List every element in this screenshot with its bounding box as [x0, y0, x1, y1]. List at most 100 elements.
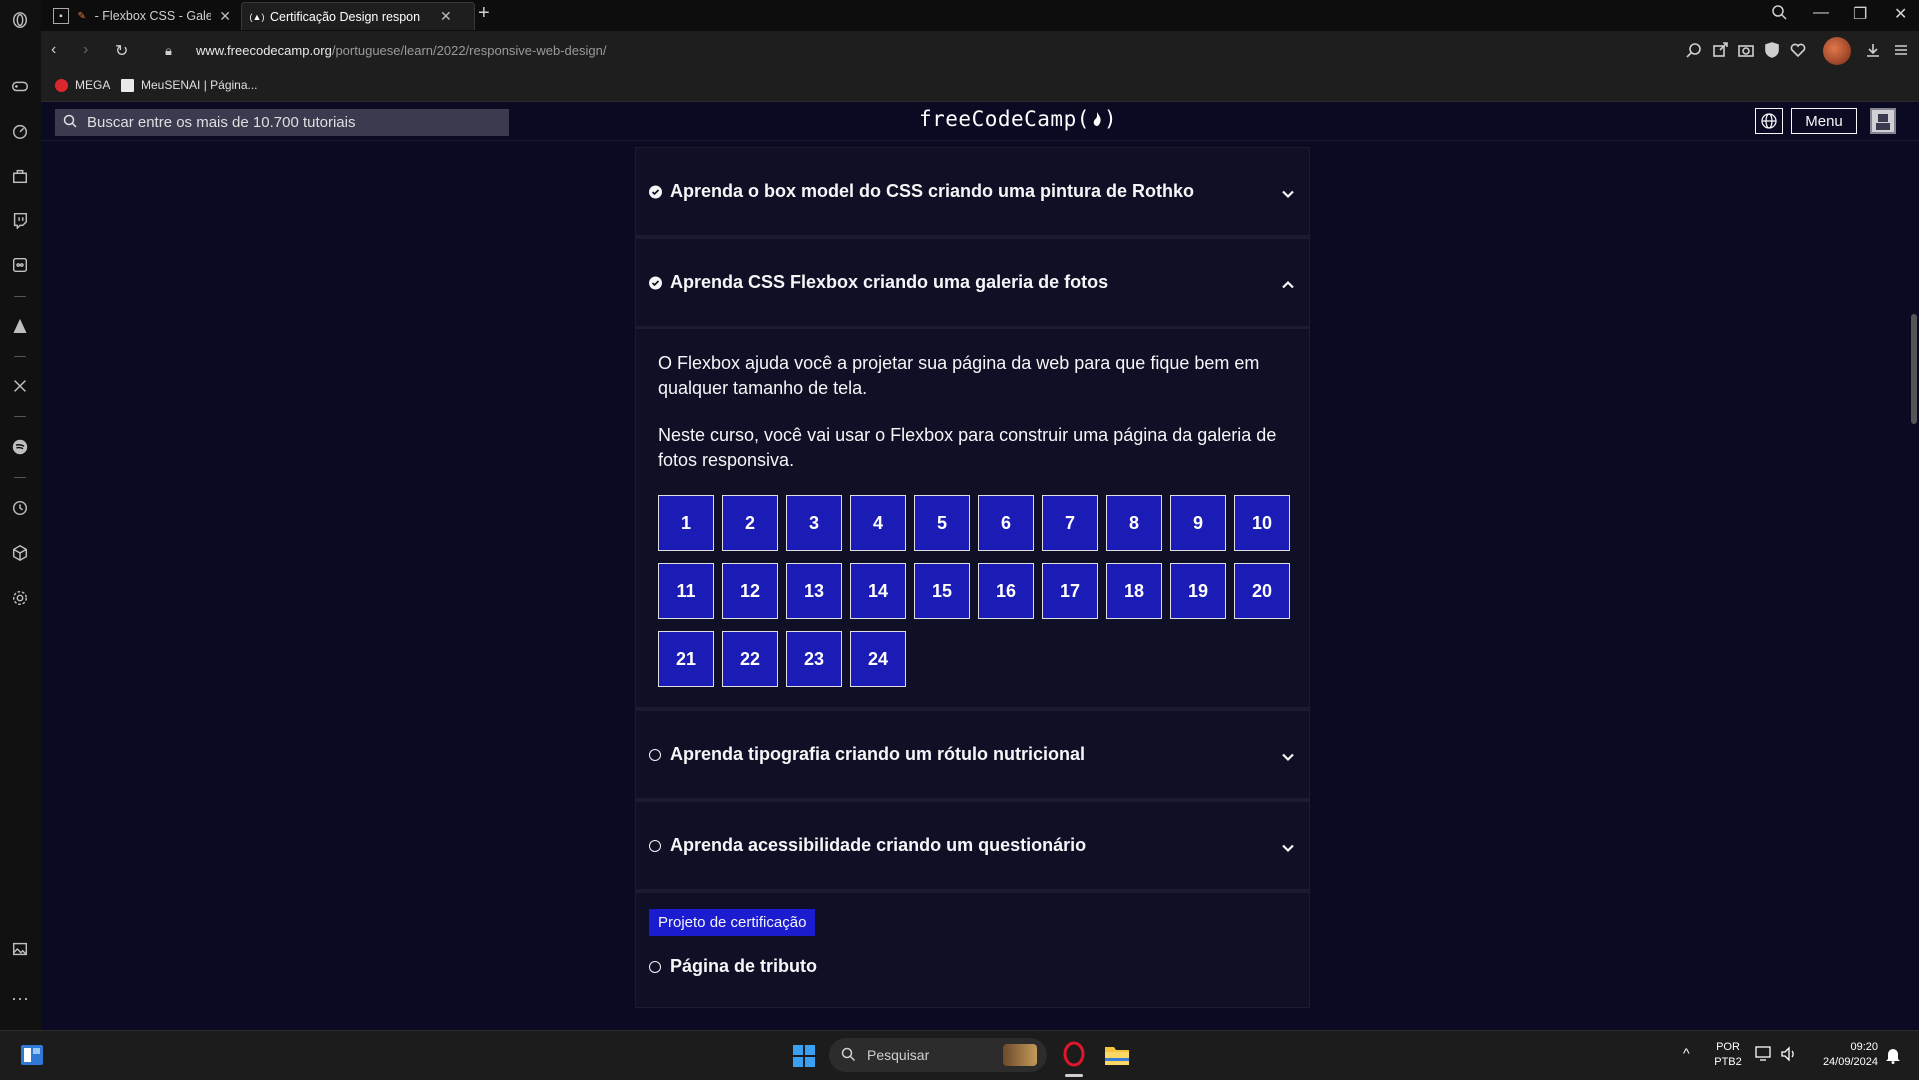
project-title: Página de tributo	[670, 956, 818, 976]
step-button[interactable]: 21	[658, 631, 714, 687]
back-icon[interactable]: ‹	[51, 41, 56, 59]
block-header-box-model[interactable]: Aprenda o box model do CSS criando uma p…	[636, 148, 1309, 238]
zoom-search-icon[interactable]	[1686, 42, 1704, 60]
certification-block: Projeto de certificação Página de tribut…	[635, 893, 1310, 1008]
address-bar: ‹ › ↻ 🔒︎ www.freecodecamp.org/portuguese…	[41, 31, 1919, 71]
camera-icon[interactable]	[1738, 42, 1756, 60]
step-button[interactable]: 8	[1106, 495, 1162, 551]
tray-chevron-up-icon[interactable]: ^	[1683, 1045, 1690, 1061]
browser-sidebar: ···	[0, 0, 42, 1030]
gallery-icon[interactable]	[9, 938, 31, 960]
reload-icon[interactable]: ↻	[115, 41, 128, 61]
tab-certification[interactable]: (▲) Certificação Design respon ✕	[241, 2, 475, 30]
step-button[interactable]: 22	[722, 631, 778, 687]
step-button[interactable]: 1	[658, 495, 714, 551]
profile-avatar[interactable]	[1823, 37, 1851, 65]
step-button[interactable]: 16	[978, 563, 1034, 619]
url-field[interactable]: www.freecodecamp.org/portuguese/learn/20…	[196, 43, 606, 58]
step-button[interactable]: 17	[1042, 563, 1098, 619]
file-explorer-icon[interactable]	[1104, 1043, 1130, 1072]
search-input[interactable]: Buscar entre os mais de 10.700 tutoriais	[55, 109, 509, 136]
x-twitter-icon[interactable]	[9, 375, 31, 397]
step-button[interactable]: 2	[722, 495, 778, 551]
more-options-icon[interactable]: ···	[9, 987, 31, 1009]
tab-search-icon[interactable]	[1771, 4, 1787, 25]
search-icon	[841, 1047, 856, 1065]
step-button[interactable]: 24	[850, 631, 906, 687]
scroll-thumb[interactable]	[1911, 314, 1917, 424]
sidebar-separator	[14, 416, 26, 417]
pencil-icon: ✎	[77, 10, 86, 22]
step-button[interactable]: 5	[914, 495, 970, 551]
gamepad-icon[interactable]	[9, 75, 31, 97]
opera-gx-taskbar-icon[interactable]	[1061, 1041, 1087, 1077]
step-button[interactable]: 20	[1234, 563, 1290, 619]
volume-icon[interactable]	[1780, 1046, 1798, 1067]
new-tab-plus-icon[interactable]: +	[478, 2, 490, 25]
minimize-icon[interactable]: —	[1813, 4, 1829, 22]
restore-icon[interactable]: ❐	[1853, 4, 1867, 24]
heart-icon[interactable]	[1790, 42, 1808, 60]
discord-icon[interactable]	[9, 254, 31, 276]
spotify-icon[interactable]	[9, 436, 31, 458]
cube-icon[interactable]	[9, 542, 31, 564]
windows-start-icon[interactable]	[793, 1045, 815, 1072]
shield-icon[interactable]	[1764, 42, 1782, 60]
clock[interactable]: 09:20 24/09/2024	[1808, 1040, 1878, 1070]
share-icon[interactable]	[1712, 42, 1730, 60]
page-scrollbar[interactable]	[1907, 141, 1919, 1030]
forward-icon[interactable]: ›	[83, 41, 88, 59]
widgets-icon[interactable]	[20, 1044, 44, 1071]
network-icon[interactable]	[1755, 1046, 1773, 1067]
step-button[interactable]: 13	[786, 563, 842, 619]
fcc-logo[interactable]: freeCodeCamp()	[919, 107, 1117, 131]
step-button[interactable]: 14	[850, 563, 906, 619]
keyboard-layout: PTB2	[1714, 1056, 1742, 1068]
twitch-icon[interactable]	[9, 209, 31, 231]
bookmark-meusenai[interactable]: MeuSENAI | Página...	[121, 78, 258, 92]
certification-project-tribute[interactable]: Página de tributo	[649, 956, 1296, 977]
step-button[interactable]: 23	[786, 631, 842, 687]
block-header-accessibility[interactable]: Aprenda acessibilidade criando um questi…	[636, 802, 1309, 892]
opera-logo-icon[interactable]	[9, 9, 31, 31]
step-button[interactable]: 12	[722, 563, 778, 619]
clock-date: 24/09/2024	[1822, 1056, 1878, 1068]
close-tab-icon[interactable]: ✕	[440, 8, 452, 25]
block-header-flexbox[interactable]: Aprenda CSS Flexbox criando uma galeria …	[636, 239, 1309, 329]
bookmark-label: MeuSENAI | Página...	[141, 78, 258, 92]
step-button[interactable]: 9	[1170, 495, 1226, 551]
close-window-icon[interactable]: ✕	[1894, 4, 1907, 24]
step-button[interactable]: 6	[978, 495, 1034, 551]
language-globe-button[interactable]	[1755, 108, 1783, 134]
history-clock-icon[interactable]	[9, 497, 31, 519]
sidebar-separator	[14, 356, 26, 357]
download-icon[interactable]	[1865, 42, 1883, 60]
speedometer-icon[interactable]	[9, 120, 31, 142]
step-button[interactable]: 18	[1106, 563, 1162, 619]
easy-setup-menu-icon[interactable]	[1893, 42, 1911, 60]
step-button[interactable]: 10	[1234, 495, 1290, 551]
tab-flexbox-gallery[interactable]: ▪ ✎ - Flexbox CSS - Galeria ✕	[45, 2, 239, 30]
bookmark-mega[interactable]: MEGA	[55, 78, 110, 92]
step-button[interactable]: 19	[1170, 563, 1226, 619]
user-avatar[interactable]	[1870, 108, 1896, 134]
menu-button[interactable]: Menu	[1791, 108, 1857, 134]
block-header-typography[interactable]: Aprenda tipografia criando um rótulo nut…	[636, 711, 1309, 801]
step-button[interactable]: 3	[786, 495, 842, 551]
briefcase-icon[interactable]	[9, 165, 31, 187]
notification-bell-icon[interactable]	[1885, 1046, 1901, 1069]
step-button[interactable]: 15	[914, 563, 970, 619]
input-language[interactable]: POR PTB2	[1710, 1040, 1746, 1070]
fcc-flame-icon[interactable]	[9, 315, 31, 337]
step-button[interactable]: 11	[658, 563, 714, 619]
close-tab-icon[interactable]: ✕	[219, 8, 231, 25]
chevron-down-icon	[1281, 748, 1295, 762]
step-button[interactable]: 4	[850, 495, 906, 551]
mega-logo-icon	[55, 78, 68, 92]
step-button[interactable]: 7	[1042, 495, 1098, 551]
empty-circle-icon	[649, 748, 661, 761]
settings-gear-icon[interactable]	[9, 587, 31, 609]
taskbar-search[interactable]: Pesquisar	[829, 1038, 1047, 1072]
fcc-navbar: Buscar entre os mais de 10.700 tutoriais…	[41, 102, 1919, 141]
block-title: Aprenda o box model do CSS criando uma p…	[670, 181, 1195, 201]
